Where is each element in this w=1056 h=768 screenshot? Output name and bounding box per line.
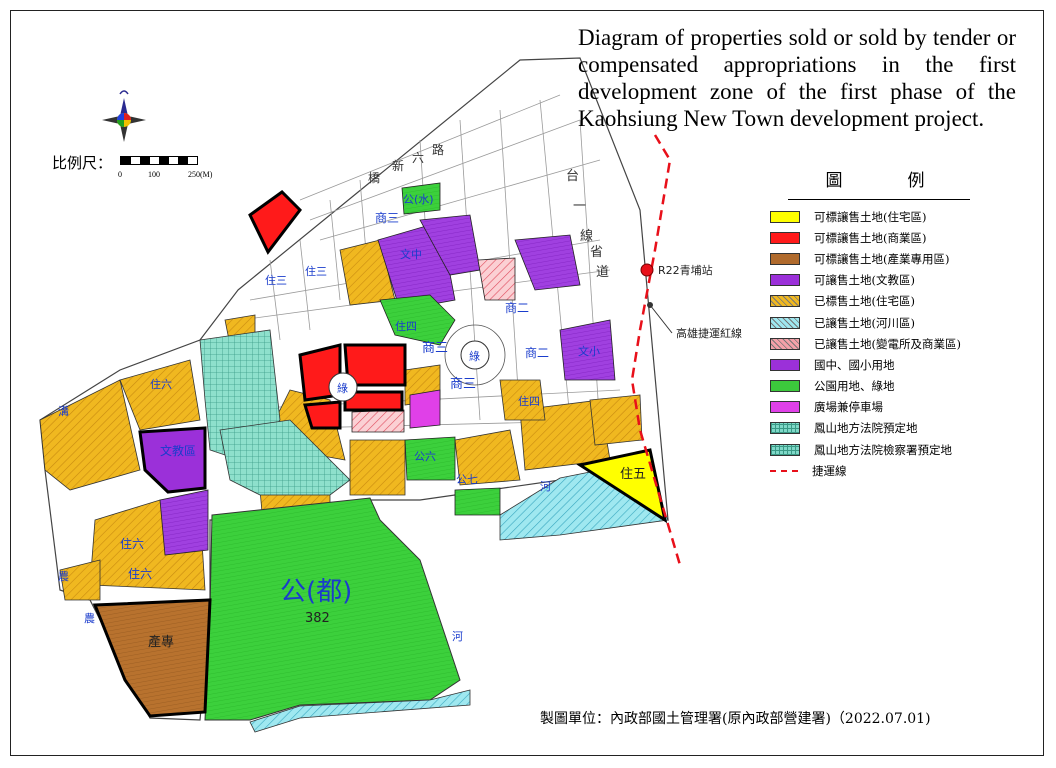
metro-line-label: 高雄捷運紅線	[676, 326, 742, 340]
commercial-three-label-1: 商三	[422, 341, 448, 356]
north-compass-icon	[102, 90, 146, 142]
res-six-label-3: 住六	[150, 377, 172, 391]
legend-item: 已讓售土地(變電所及商業區)	[770, 333, 980, 354]
scale-tick-250: 250(M)	[188, 170, 213, 179]
school-zone-label: 文教區	[160, 443, 196, 458]
ditch-label: 溝	[58, 405, 69, 418]
legend-item: 捷運線	[770, 460, 980, 481]
legend-item: 廣場兼停車場	[770, 397, 980, 418]
legend-item: 國中、國小用地	[770, 354, 980, 375]
legend-label: 已讓售土地(河川區)	[814, 315, 915, 330]
commercial-two-label-1: 商二	[525, 345, 549, 360]
legend-label: 鳳山地方法院預定地	[814, 421, 918, 436]
park-six-label: 公六	[414, 450, 436, 463]
industrial-parcel	[92, 598, 212, 718]
scale-bar	[120, 156, 198, 165]
legend-label: 捷運線	[812, 463, 847, 478]
res-six-label-1: 住六	[120, 537, 144, 551]
highway-name-4: 省	[590, 245, 603, 260]
legend-swatch	[770, 252, 800, 265]
legend-item: 鳳山地方法院預定地	[770, 418, 980, 439]
scale-label: 比例尺：	[52, 154, 113, 172]
legend-item: 可標讓售土地(住宅區)	[770, 206, 980, 227]
legend-label: 國中、國小用地	[814, 357, 895, 372]
legend-divider	[788, 199, 970, 200]
legend-label: 廣場兼停車場	[814, 400, 883, 415]
legend-label: 可標讓售土地(商業區)	[814, 230, 927, 245]
legend-swatch	[770, 401, 800, 414]
road-name-4: 路	[432, 142, 444, 157]
legend-swatch	[770, 469, 798, 472]
res-six-label-2: 住六	[128, 567, 152, 581]
legend-item: 可標讓售土地(商業區)	[770, 227, 980, 248]
legend-swatch	[770, 443, 800, 456]
legend-label: 可標讓售土地(產業專用區)	[814, 251, 950, 266]
main-park-label: 公(都)	[280, 577, 352, 607]
road-name-1: 橋	[368, 171, 380, 185]
highway-name-1: 台	[566, 169, 579, 184]
r22-station-marker	[640, 263, 654, 277]
legend-item: 可讓售土地(文教區)	[770, 270, 980, 291]
legend-label: 可讓售土地(文教區)	[814, 273, 915, 288]
legend-label: 可標讓售土地(住宅區)	[814, 209, 927, 224]
legend-swatch	[770, 210, 800, 223]
map-title: Diagram of properties sold or sold by te…	[578, 25, 1016, 131]
park-water-label: 公(水)	[403, 193, 434, 206]
legend-swatch	[770, 422, 800, 435]
substation-parcel	[477, 257, 516, 301]
scale-tick-0: 0	[118, 170, 122, 179]
legend-item: 可標讓售土地(產業專用區)	[770, 248, 980, 269]
farm-label-1: 農	[58, 569, 69, 583]
legend-item: 已標售土地(住宅區)	[770, 291, 980, 312]
scale-tick-100: 100	[148, 170, 160, 179]
river-label-south: 河	[452, 630, 463, 643]
road-name-3: 六	[412, 151, 424, 165]
legend-items: 可標讓售土地(住宅區) 可標讓售土地(商業區) 可標讓售土地(產業專用區) 可讓售土地…	[770, 206, 980, 481]
highway-name-2: 一	[573, 199, 586, 214]
legend-swatch	[770, 337, 800, 350]
highway-name-3: 線	[580, 228, 593, 244]
plaza-parking	[409, 389, 441, 429]
legend-swatch	[770, 274, 800, 287]
main-park	[204, 497, 461, 721]
small-school-label: 文小	[578, 344, 600, 358]
legend-item: 公園用地、綠地	[770, 376, 980, 397]
legend-swatch	[770, 231, 800, 244]
legend-item: 鳳山地方法院檢察署預定地	[770, 439, 980, 460]
river-label-east: 河	[540, 480, 551, 493]
main-park-number: 382	[305, 611, 330, 626]
res-four-label-2: 住四	[518, 394, 540, 408]
road-name-2: 新	[392, 158, 404, 173]
legend-title: 圖 例	[825, 171, 949, 191]
green-label-east: 綠	[469, 350, 480, 363]
legend-label: 鳳山地方法院檢察署預定地	[814, 442, 952, 457]
legend-swatch	[770, 295, 800, 308]
legend-swatch	[770, 358, 800, 371]
map-credit: 製圖單位：內政部國土管理署(原內政部營建署)（2022.07.01)	[540, 711, 931, 727]
legend-swatch	[770, 316, 800, 329]
farm-label-2: 農	[84, 611, 95, 625]
commercial-two-label-2: 商二	[505, 300, 529, 315]
commercial-three-label-2: 商三	[450, 377, 476, 392]
legend-label: 已讓售土地(變電所及商業區)	[814, 336, 961, 351]
commercial-three-label-3: 商三	[375, 210, 399, 225]
legend-swatch	[770, 380, 800, 393]
legend-label: 已標售土地(住宅區)	[814, 294, 915, 309]
green-label-west: 綠	[337, 382, 348, 395]
station-label: R22青埔站	[658, 263, 713, 277]
park-seven-label: 公七	[456, 473, 478, 486]
legend-item: 已讓售土地(河川區)	[770, 312, 980, 333]
residential-five-label: 住五	[620, 467, 646, 482]
res-three-label-1: 住三	[305, 264, 327, 278]
legend-label: 公園用地、綠地	[814, 379, 895, 394]
legend: 圖 例 可標讓售土地(住宅區) 可標讓售土地(商業區) 可標讓售土地(產業專用區) 可…	[770, 166, 980, 481]
industrial-label: 產專	[148, 634, 174, 650]
highway-name-5: 道	[596, 265, 609, 280]
res-four-label-1: 住四	[395, 319, 417, 333]
substation-parcel-2	[351, 409, 405, 433]
res-three-label-2: 住三	[265, 273, 287, 287]
school-culture-label: 文中	[400, 247, 422, 261]
